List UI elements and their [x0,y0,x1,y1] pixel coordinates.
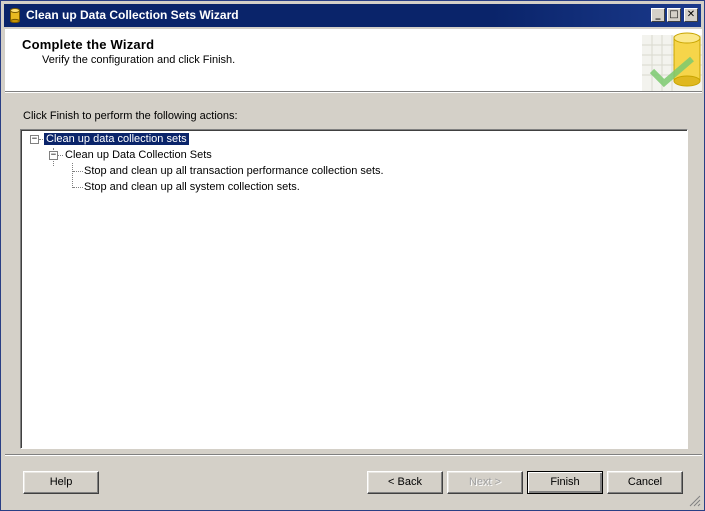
next-button[interactable]: Next > [447,471,523,494]
title-bar[interactable]: Clean up Data Collection Sets Wizard _ □… [4,4,701,27]
tree-node-root[interactable]: Clean up data collection sets [43,132,190,146]
tree-connector [39,139,43,140]
close-button[interactable]: ✕ [684,8,698,22]
tree-leaf[interactable]: Stop and clean up all system collection … [84,181,300,194]
resize-grip-icon[interactable] [689,495,701,507]
header-divider [5,92,702,93]
finish-button[interactable]: Finish [527,471,603,494]
database-icon [10,8,20,23]
wizard-banner-icon [642,32,702,91]
wizard-header: Complete the Wizard Verify the configura… [5,29,702,92]
instruction-label: Click Finish to perform the following ac… [23,110,238,122]
page-subtitle: Verify the configuration and click Finis… [42,54,236,66]
back-button[interactable]: < Back [367,471,443,494]
footer-divider-highlight [5,455,702,456]
tree-connector [58,155,63,156]
page-title: Complete the Wizard [22,37,155,52]
tree-node-root-label: Clean up data collection sets [43,132,190,146]
collapse-child-icon[interactable]: − [49,151,58,160]
tree-connector [72,163,73,188]
minimize-button[interactable]: _ [651,8,665,22]
wizard-window: Clean up Data Collection Sets Wizard _ □… [0,0,705,511]
tree-connector [73,187,83,188]
window-title: Clean up Data Collection Sets Wizard [26,8,239,22]
collapse-root-icon[interactable]: − [30,135,39,144]
tree-node-child-label: Clean up Data Collection Sets [65,149,212,161]
maximize-button[interactable]: □ [667,8,681,22]
tree-leaf-label: Stop and clean up all system collection … [84,181,300,193]
tree-node-child[interactable]: Clean up Data Collection Sets [65,149,212,162]
cancel-button[interactable]: Cancel [607,471,683,494]
tree-leaf[interactable]: Stop and clean up all transaction perfor… [84,165,384,178]
actions-tree[interactable]: − Clean up data collection sets − Clean … [20,129,688,449]
tree-leaf-label: Stop and clean up all transaction perfor… [84,165,384,177]
tree-connector [73,171,83,172]
help-button[interactable]: Help [23,471,99,494]
